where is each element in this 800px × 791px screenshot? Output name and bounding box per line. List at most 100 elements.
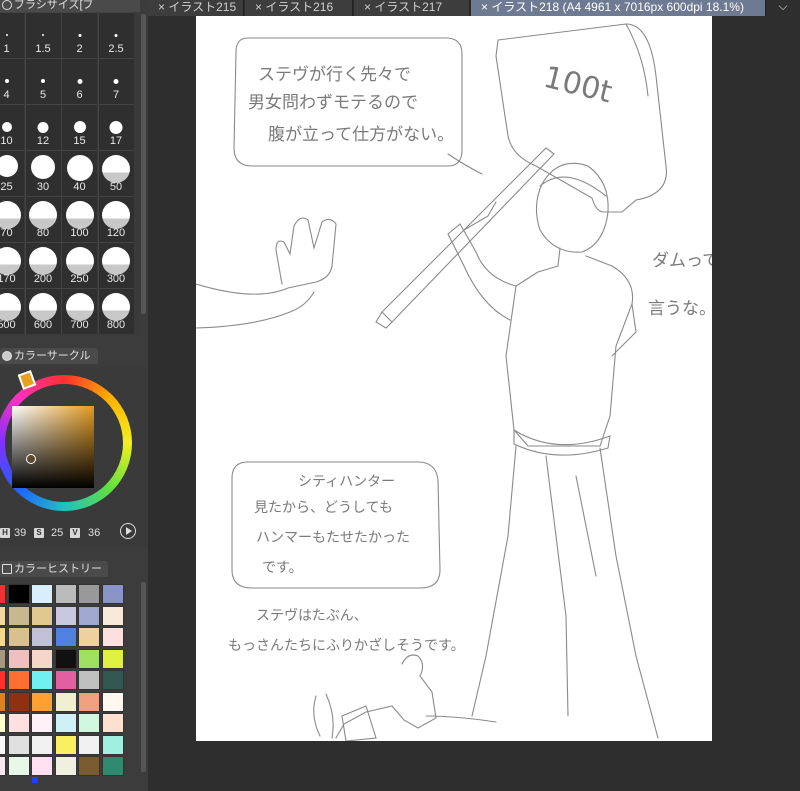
brush-size-cell[interactable]: 50 (97, 150, 134, 196)
brush-size-cell[interactable]: 30 (24, 150, 61, 196)
color-history-swatch[interactable] (54, 691, 77, 712)
color-history-swatch[interactable] (31, 648, 54, 669)
color-history-swatch[interactable] (102, 584, 124, 604)
color-history-swatch[interactable] (78, 605, 101, 626)
tab-close-icon[interactable]: × (481, 0, 488, 14)
color-history-swatch[interactable] (102, 756, 124, 776)
color-circle-tab[interactable]: カラーサークル (0, 348, 98, 364)
color-history-swatch[interactable] (78, 713, 101, 733)
brush-size-cell[interactable]: 15 (61, 104, 97, 150)
brush-size-cell[interactable]: 6 (61, 58, 97, 104)
color-history-swatch[interactable] (54, 605, 77, 626)
brush-size-cell[interactable]: 700 (61, 288, 97, 334)
brush-size-cell[interactable]: 4 (0, 58, 24, 104)
brush-dot-icon (77, 78, 82, 84)
brush-size-cell[interactable]: 7 (97, 58, 134, 104)
brush-size-cell[interactable]: 25 (0, 150, 24, 196)
color-history-swatch[interactable] (0, 627, 6, 647)
history-scrollbar[interactable] (141, 582, 146, 772)
color-history-swatch[interactable] (7, 605, 30, 626)
color-history-swatch[interactable] (54, 648, 77, 669)
color-history-swatch[interactable] (102, 713, 124, 733)
tab-illust-215[interactable]: × イラスト215 (148, 0, 244, 16)
brush-size-cell[interactable]: 300 (97, 242, 134, 288)
brush-size-cell[interactable]: 70 (0, 196, 24, 242)
color-history-swatch[interactable] (0, 756, 6, 776)
color-history-swatch[interactable] (7, 713, 30, 733)
color-history-swatch[interactable] (78, 670, 101, 690)
color-picker-handle[interactable] (26, 454, 36, 464)
color-history-swatch[interactable] (0, 691, 6, 712)
color-history-swatch[interactable] (78, 627, 101, 647)
color-history-swatch[interactable] (102, 605, 124, 626)
color-history-swatch[interactable] (0, 584, 6, 604)
tab-close-icon[interactable]: × (158, 0, 165, 14)
color-history-swatch[interactable] (102, 670, 124, 690)
color-history-swatch[interactable] (7, 648, 30, 669)
color-history-swatch[interactable] (31, 605, 54, 626)
color-history-swatch[interactable] (0, 734, 6, 755)
color-history-swatch[interactable] (54, 584, 77, 604)
color-history-swatch[interactable] (7, 734, 30, 755)
tab-close-icon[interactable]: × (364, 0, 371, 14)
brush-size-cell[interactable]: 800 (97, 288, 134, 334)
color-history-swatch[interactable] (54, 670, 77, 690)
color-history-swatch[interactable] (0, 605, 6, 626)
brush-size-cell[interactable]: 2.5 (97, 12, 134, 58)
color-history-tab[interactable]: カラーヒストリー (0, 561, 108, 577)
brush-size-cell[interactable]: 250 (61, 242, 97, 288)
brush-size-cell[interactable]: 80 (24, 196, 61, 242)
color-history-swatch[interactable] (78, 584, 101, 604)
color-history-swatch[interactable] (78, 691, 101, 712)
brush-size-cell[interactable]: 40 (61, 150, 97, 196)
color-history-swatch[interactable] (78, 756, 101, 776)
color-history-swatch[interactable] (31, 627, 54, 647)
color-history-swatch[interactable] (78, 648, 101, 669)
brush-size-cell[interactable]: 5 (24, 58, 61, 104)
color-history-swatch[interactable] (54, 734, 77, 755)
color-history-swatch[interactable] (31, 584, 54, 604)
play-circle-icon[interactable] (120, 523, 136, 539)
color-history-swatch[interactable] (7, 670, 30, 690)
tab-illust-217[interactable]: × イラスト217 (354, 0, 470, 16)
color-history-swatch[interactable] (54, 713, 77, 733)
brush-size-cell[interactable]: 170 (0, 242, 24, 288)
color-history-swatch[interactable] (102, 648, 124, 669)
brush-size-cell[interactable]: 10 (0, 104, 24, 150)
color-history-swatch[interactable] (0, 648, 6, 669)
brush-size-cell[interactable]: 500 (0, 288, 24, 334)
brush-size-cell[interactable]: 100 (61, 196, 97, 242)
color-history-swatch[interactable] (54, 627, 77, 647)
color-history-swatch[interactable] (102, 627, 124, 647)
color-history-swatch[interactable] (7, 691, 30, 712)
tab-illust-216[interactable]: × イラスト216 (245, 0, 353, 16)
saturation-value-square[interactable] (12, 406, 94, 488)
brush-size-cell[interactable]: 1.5 (24, 12, 61, 58)
color-history-swatch[interactable] (78, 734, 101, 755)
color-history-swatch[interactable] (31, 691, 54, 712)
color-history-swatch[interactable] (102, 734, 124, 755)
drawing-canvas[interactable]: ステヴが行く先々で 男女問わずモテるので 腹が立って仕方がない。 100t ダム… (196, 16, 712, 741)
color-history-swatch[interactable] (0, 670, 6, 690)
color-history-swatch[interactable] (54, 756, 77, 776)
color-history-swatch[interactable] (31, 670, 54, 690)
color-history-swatch[interactable] (31, 713, 54, 733)
color-history-swatch[interactable] (31, 734, 54, 755)
tab-list-dropdown-icon[interactable]: ⌵ (766, 0, 800, 16)
brush-size-cell[interactable]: 200 (24, 242, 61, 288)
brush-size-cell[interactable]: 12 (24, 104, 61, 150)
brush-size-cell[interactable]: 120 (97, 196, 134, 242)
color-history-swatch[interactable] (0, 713, 6, 733)
brush-size-cell[interactable]: 17 (97, 104, 134, 150)
tab-close-icon[interactable]: × (255, 0, 262, 14)
color-history-swatch[interactable] (7, 756, 30, 776)
color-history-swatch[interactable] (7, 627, 30, 647)
brush-size-cell[interactable]: 600 (24, 288, 61, 334)
color-history-swatch[interactable] (102, 691, 124, 712)
color-history-swatch[interactable] (7, 584, 30, 604)
tab-illust-218[interactable]: × イラスト218 (A4 4961 x 7016px 600dpi 18.1%… (471, 0, 766, 16)
brush-size-cell[interactable]: 1 (0, 12, 24, 58)
brush-grid-scrollbar[interactable] (141, 14, 146, 314)
brush-size-cell[interactable]: 2 (61, 12, 97, 58)
color-history-swatch[interactable] (31, 756, 54, 776)
